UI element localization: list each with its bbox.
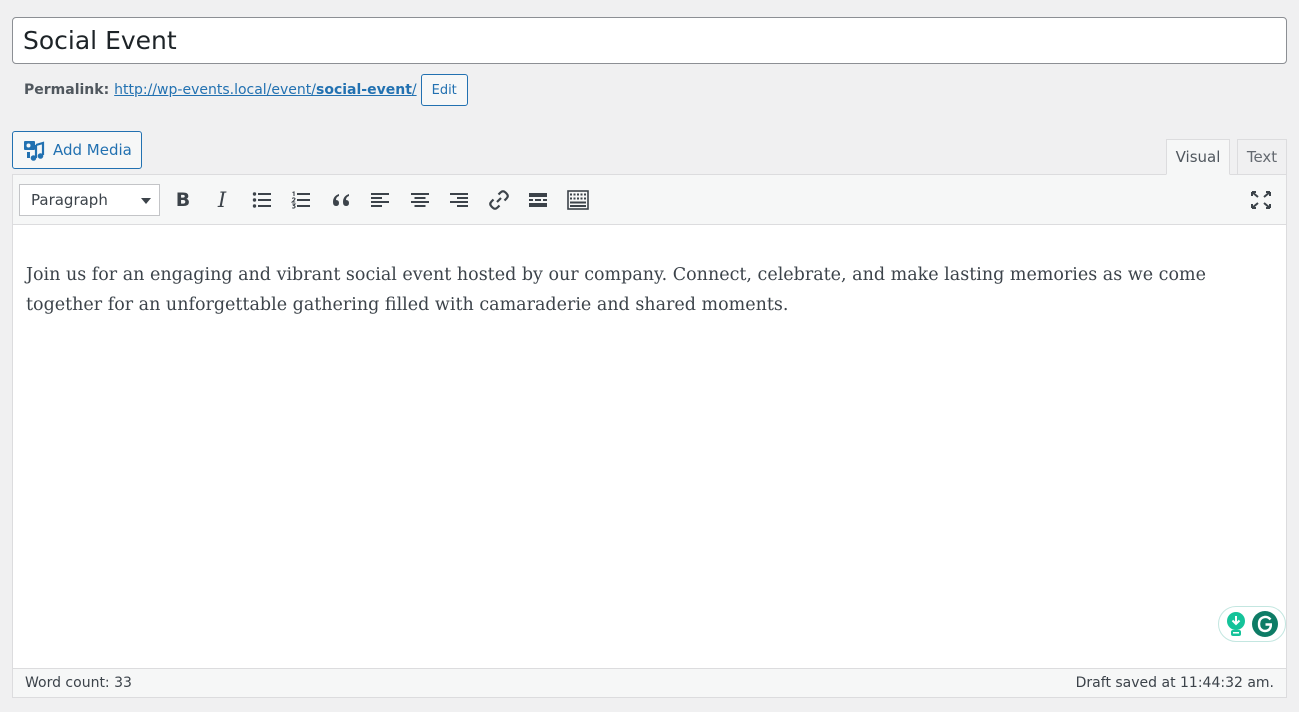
chevron-down-icon [141,198,151,204]
add-media-label: Add Media [53,141,132,159]
bulleted-list-icon [252,192,271,208]
read-more-button[interactable] [524,186,552,214]
permalink-edit-button[interactable]: Edit [420,74,468,106]
numbered-list-button[interactable] [287,186,315,214]
permalink-url-trail: / [411,82,417,98]
tab-visual[interactable]: Visual [1166,139,1230,175]
permalink-url-slug: social-event [316,82,412,98]
toolbar-toggle-icon [567,190,589,210]
italic-icon: I [217,188,227,212]
align-center-button[interactable] [406,186,434,214]
editor: Paragraph B I Join us for an engaging an… [12,174,1287,698]
editor-statusbar: Word count: 33 Draft saved at 11:44:32 a… [13,668,1286,697]
numbered-list-icon [291,191,310,209]
bold-icon: B [175,189,191,211]
permalink-label: Permalink: [24,82,110,98]
format-select-value: Paragraph [31,191,108,209]
lightbulb-icon[interactable] [1225,611,1247,637]
add-media-icon [24,141,45,161]
bold-button[interactable]: B [169,186,197,214]
draft-saved-status: Draft saved at 11:44:32 am. [1075,675,1274,691]
grammarly-logo-icon[interactable] [1251,610,1279,638]
bulleted-list-button[interactable] [248,186,276,214]
align-left-icon [371,193,389,207]
fullscreen-icon [1251,191,1271,209]
editor-toolbar: Paragraph B I [13,175,1286,225]
add-media-button[interactable]: Add Media [12,131,142,169]
align-left-button[interactable] [366,186,394,214]
link-icon [489,190,509,210]
format-select[interactable]: Paragraph [19,184,160,216]
fullscreen-button[interactable] [1247,186,1275,214]
post-title-input[interactable] [12,17,1287,64]
content-paragraph[interactable]: Join us for an engaging and vibrant soci… [26,260,1273,320]
align-right-icon [450,193,468,207]
word-count: Word count: 33 [25,675,132,691]
permalink-link[interactable]: http://wp-events.local/event/social-even… [114,82,416,98]
align-right-button[interactable] [445,186,473,214]
grammarly-widget[interactable] [1218,606,1286,642]
permalink-url-base: http://wp-events.local/event/ [114,82,316,98]
tab-text[interactable]: Text [1237,139,1287,175]
blockquote-button[interactable] [327,186,355,214]
italic-button[interactable]: I [208,186,236,214]
blockquote-icon [333,194,349,206]
permalink-row: Permalink: http://wp-events.local/event/… [24,74,468,106]
align-center-icon [411,193,429,207]
read-more-icon [529,193,547,207]
toolbar-toggle-button[interactable] [564,186,592,214]
insert-link-button[interactable] [485,186,513,214]
editor-content[interactable]: Join us for an engaging and vibrant soci… [13,225,1286,320]
